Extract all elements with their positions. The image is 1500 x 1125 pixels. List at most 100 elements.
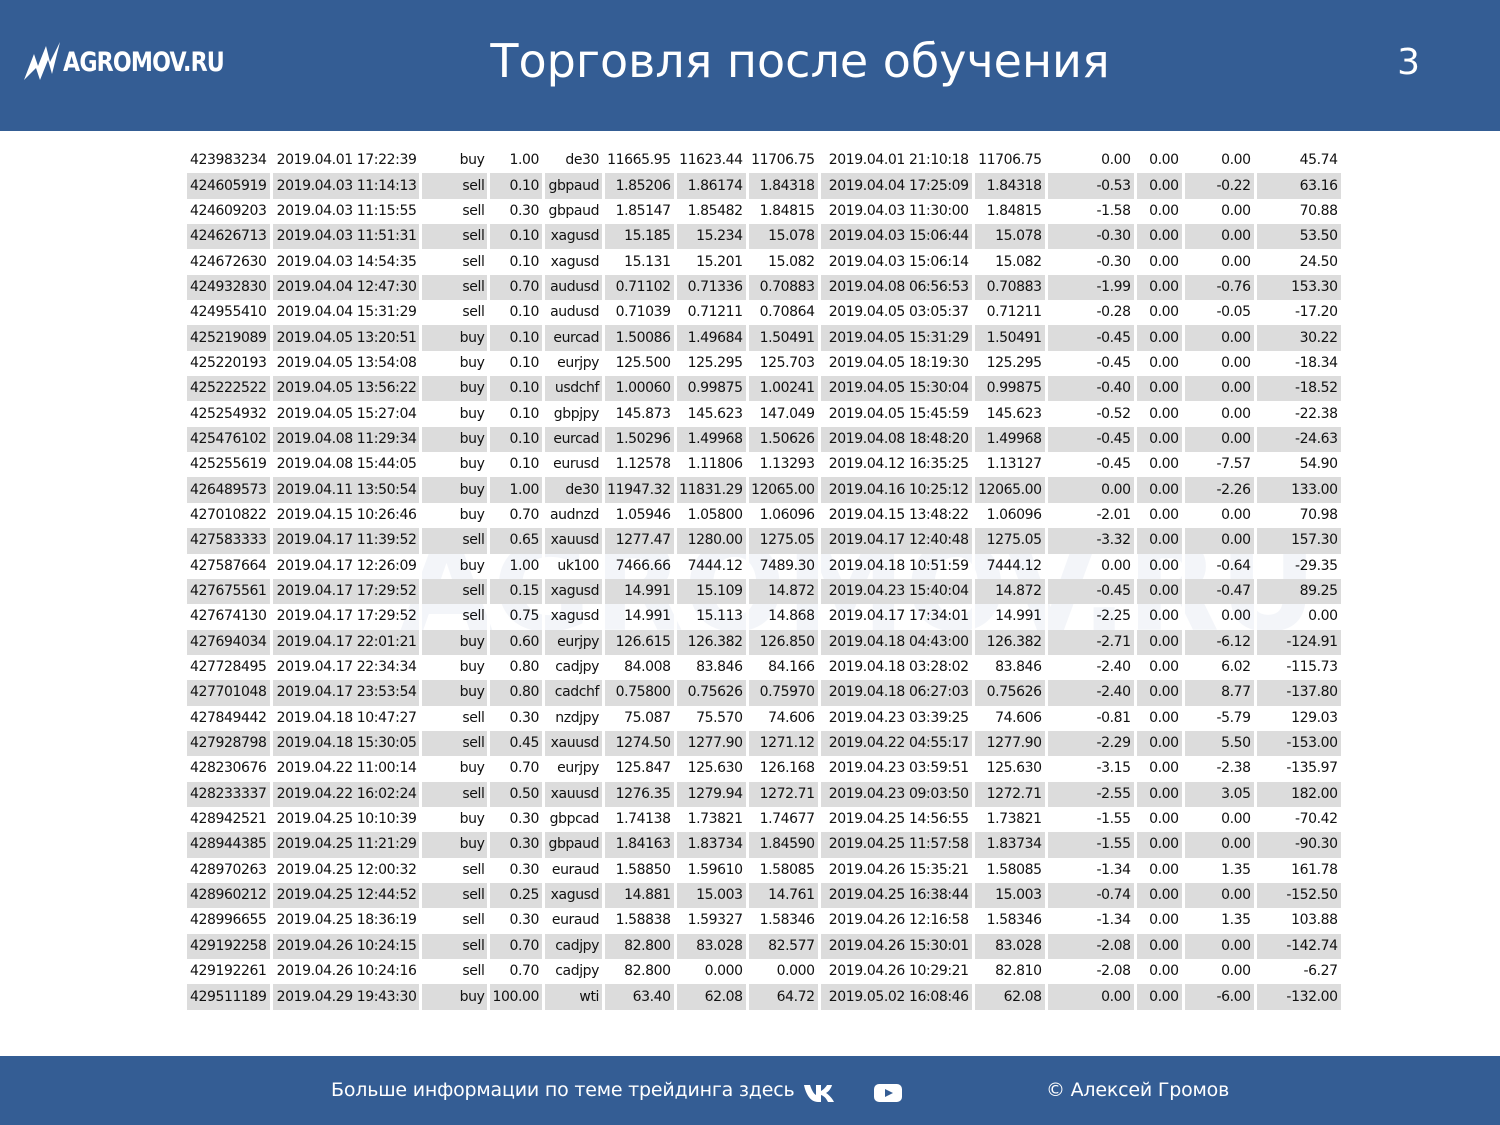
- symbol-cell: uk100: [545, 553, 606, 579]
- table-row: 428233337 2019.04.22 16:02:24 sell 0.50 xauu…: [187, 781, 1341, 807]
- commission-cell: -2.08: [1048, 959, 1137, 985]
- type-cell: sell: [422, 857, 491, 883]
- sl-cell: 75.570: [677, 705, 749, 731]
- profit-cell: 45.74: [1299, 152, 1338, 169]
- open-time-cell: 2019.04.17 22:34:34: [273, 654, 423, 681]
- symbol-cell: gbpaud: [545, 173, 606, 199]
- taxes-cell: 0.00: [1137, 654, 1185, 681]
- sl-cell: 62.08: [676, 984, 749, 1010]
- type-cell: buy: [422, 502, 491, 529]
- type-cell: buy: [422, 401, 491, 427]
- ticket-cell: 429192258: [187, 933, 273, 959]
- commission-cell: -0.45: [1048, 350, 1137, 377]
- taxes-cell: 0.00: [1137, 908, 1185, 934]
- symbol-cell: audnzd: [545, 502, 606, 529]
- swap-cell: 0.00: [1184, 376, 1257, 402]
- youtube-icon[interactable]: [873, 1082, 903, 1104]
- close-price-cell: 0.70883: [974, 274, 1048, 301]
- lightning-logo-icon: [24, 42, 60, 80]
- sl-cell: 83.846: [677, 654, 749, 681]
- size-cell: 0.30: [490, 832, 546, 858]
- close-time-cell: 2019.04.17 17:34:01: [821, 604, 975, 630]
- close-price-cell: 12065.00: [974, 477, 1048, 503]
- taxes-cell: 0.00: [1137, 959, 1185, 985]
- swap-cell: -7.57: [1185, 452, 1257, 478]
- taxes-cell: 0.00: [1136, 882, 1185, 909]
- open-time-cell: 2019.04.03 11:15:55: [273, 198, 423, 225]
- symbol-cell: audusd: [545, 300, 606, 326]
- taxes-cell: 0.00: [1136, 325, 1185, 351]
- logo-text: AGROMOV.RU: [63, 46, 225, 78]
- ticket-cell: 429192261: [187, 959, 273, 985]
- sl-cell: 0.75626: [676, 680, 749, 706]
- open-price-cell: 15.131: [605, 249, 677, 275]
- size-cell: 0.60: [490, 629, 546, 655]
- swap-cell: 0.00: [1184, 933, 1257, 959]
- close-time-cell: 2019.04.26 10:29:21: [821, 959, 975, 985]
- tp-cell: 64.72: [748, 984, 821, 1010]
- taxes-cell: 0.00: [1136, 629, 1185, 655]
- ticket-cell: 425219089: [187, 325, 273, 351]
- type-cell: buy: [422, 680, 491, 706]
- open-time-cell: 2019.04.03 14:54:35: [273, 249, 423, 275]
- table-row: 427728495 2019.04.17 22:34:34 buy 0.80 cadjp…: [187, 654, 1341, 681]
- symbol-cell: xauusd: [545, 528, 606, 554]
- ticket-cell: 425254932: [187, 401, 273, 427]
- open-time-cell: 2019.04.22 11:00:14: [273, 756, 423, 782]
- tp-cell: 82.577: [748, 933, 821, 959]
- open-time-cell: 2019.04.17 11:39:52: [272, 528, 423, 554]
- table-row: 428942521 2019.04.25 10:10:39 buy 0.30 gbpca…: [187, 806, 1341, 833]
- open-time-cell: 2019.04.15 10:26:46: [273, 502, 423, 529]
- close-time-cell: 2019.04.05 15:30:04: [820, 376, 975, 402]
- size-cell: 0.10: [490, 224, 546, 250]
- commission-cell: -1.34: [1048, 908, 1137, 934]
- taxes-cell: 0.00: [1136, 578, 1185, 605]
- commission-cell: -2.08: [1047, 933, 1137, 959]
- profit-cell: 129.03: [1291, 709, 1338, 726]
- commission-cell: -3.15: [1048, 756, 1137, 782]
- close-price-cell: 1277.90: [974, 730, 1048, 757]
- open-price-cell: 126.615: [605, 629, 677, 655]
- open-time-cell: 2019.04.25 11:21:29: [272, 832, 423, 858]
- profit-cell: -17.20: [1294, 304, 1338, 321]
- close-price-cell: 1272.71: [974, 781, 1048, 807]
- symbol-cell: xagusd: [545, 604, 606, 630]
- size-cell: 0.10: [490, 376, 546, 402]
- symbol-cell: wti: [545, 984, 606, 1010]
- ticket-cell: 427583333: [187, 528, 273, 554]
- sl-cell: 1280.00: [676, 528, 749, 554]
- sl-cell: 1277.90: [676, 730, 749, 757]
- trades-table-container: 423983234 2019.04.01 17:22:39 buy 1.00 de30 1…: [187, 148, 1341, 1010]
- size-cell: 1.00: [490, 477, 546, 503]
- tp-cell: 0.70864: [749, 300, 821, 326]
- size-cell: 0.10: [490, 401, 546, 427]
- type-cell: buy: [422, 376, 491, 402]
- profit-cell: 153.30: [1256, 274, 1341, 301]
- commission-cell: -2.40: [1047, 680, 1137, 706]
- close-price-cell: 1.13127: [975, 452, 1048, 478]
- type-cell: sell: [422, 300, 491, 326]
- close-price-cell: 14.991: [975, 604, 1048, 630]
- tp-cell: 1.58346: [749, 908, 821, 934]
- type-cell: sell: [422, 781, 491, 807]
- profit-cell: -137.80: [1256, 680, 1341, 706]
- table-row: 428970263 2019.04.25 12:00:32 sell 0.30 eura…: [187, 857, 1341, 883]
- close-price-cell: 83.846: [975, 654, 1048, 681]
- sl-cell: 83.028: [676, 933, 749, 959]
- footer-bar: Больше информации по теме трейдинга здес…: [0, 1056, 1500, 1125]
- open-time-cell: 2019.04.05 13:20:51: [272, 325, 423, 351]
- open-time-cell: 2019.04.26 10:24:15: [272, 933, 423, 959]
- ticket-cell: 427928798: [187, 730, 273, 757]
- ticket-cell: 428970263: [187, 857, 273, 883]
- open-price-cell: 145.873: [605, 401, 677, 427]
- symbol-cell: gbpjpy: [545, 401, 606, 427]
- open-price-cell: 1.50086: [605, 325, 677, 351]
- open-time-cell: 2019.04.25 12:44:52: [272, 882, 423, 909]
- profit-cell: 0.00: [1308, 608, 1338, 625]
- close-time-cell: 2019.04.18 03:28:02: [821, 654, 975, 681]
- taxes-cell: 0.00: [1136, 376, 1185, 402]
- close-price-cell: 1.50491: [974, 325, 1048, 351]
- logo[interactable]: AGROMOV.RU: [22, 40, 259, 84]
- taxes-cell: 0.00: [1136, 274, 1185, 301]
- vk-icon[interactable]: [803, 1082, 837, 1104]
